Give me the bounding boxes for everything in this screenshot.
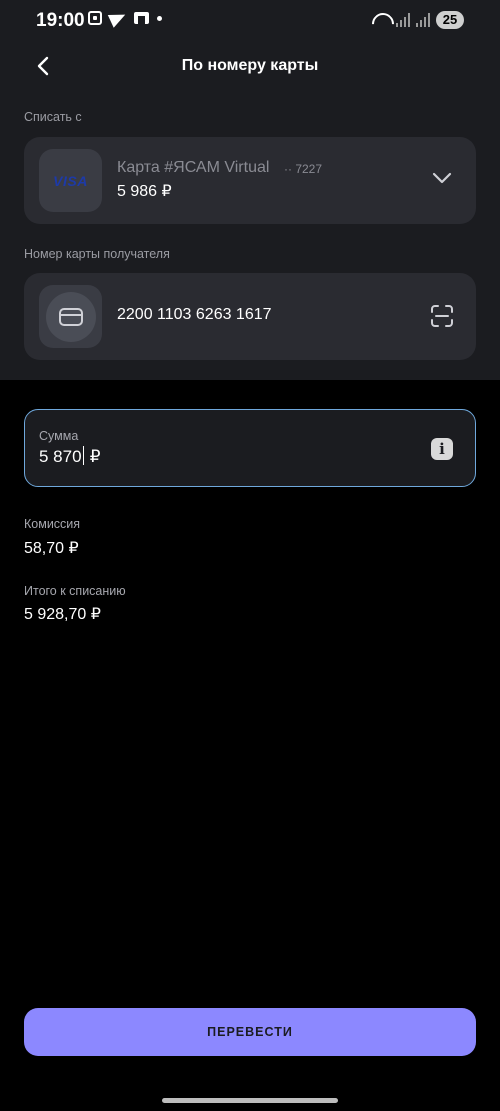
amount-digits: 5 870 [39, 447, 82, 466]
info-icon[interactable]: i [431, 438, 453, 460]
notification-icons [88, 8, 162, 28]
status-time: 19:00 [36, 10, 85, 31]
amount-label: Сумма [39, 429, 79, 443]
amount-currency: ₽ [89, 447, 101, 466]
visa-text: VISA [53, 172, 88, 189]
text-cursor [82, 446, 85, 465]
card-icon [58, 307, 83, 326]
scan-card-icon[interactable] [430, 304, 454, 328]
status-bar: 19:00 25 [0, 0, 500, 40]
more-notifications-icon [157, 15, 162, 21]
amount-value[interactable]: 5 870 ₽ [39, 446, 101, 467]
chevron-down-icon[interactable] [432, 171, 452, 185]
app-notification-icon [134, 12, 149, 24]
amount-input[interactable]: Сумма 5 870 ₽ i [24, 409, 476, 487]
commission-value: 58,70 ₽ [24, 540, 79, 557]
battery-icon: 25 [436, 11, 464, 29]
recipient-card-circle [45, 291, 96, 342]
card-balance: 5 986 ₽ [117, 183, 172, 200]
header: По номеру карты [0, 48, 500, 84]
wifi-icon [372, 13, 390, 27]
screenshot-icon [88, 11, 102, 25]
visa-logo: VISA [39, 149, 102, 212]
total-value: 5 928,70 ₽ [24, 606, 101, 623]
signal-icon-2 [416, 13, 430, 27]
telegram-icon [107, 8, 129, 28]
home-indicator[interactable] [162, 1098, 338, 1103]
source-label: Списать с [24, 110, 82, 124]
total-label: Итого к списанию [24, 584, 126, 598]
card-name: Карта #ЯСАМ Virtual [117, 159, 270, 176]
recipient-label: Номер карты получателя [24, 247, 170, 261]
commission-label: Комиссия [24, 517, 81, 531]
recipient-card-field[interactable]: 2200 1103 6263 1617 [24, 273, 476, 360]
transfer-button[interactable]: ПЕРЕВЕСТИ [24, 1008, 476, 1056]
system-icons: 25 [372, 11, 464, 29]
source-card-selector[interactable]: VISA Карта #ЯСАМ Virtual ·· 7227 5 986 ₽ [24, 137, 476, 224]
signal-icon [396, 13, 410, 27]
page-title: По номеру карты [181, 57, 319, 74]
recipient-card-icon-wrap [39, 285, 102, 348]
card-mask: ·· 7227 [284, 162, 323, 176]
recipient-card-number[interactable]: 2200 1103 6263 1617 [117, 306, 272, 324]
